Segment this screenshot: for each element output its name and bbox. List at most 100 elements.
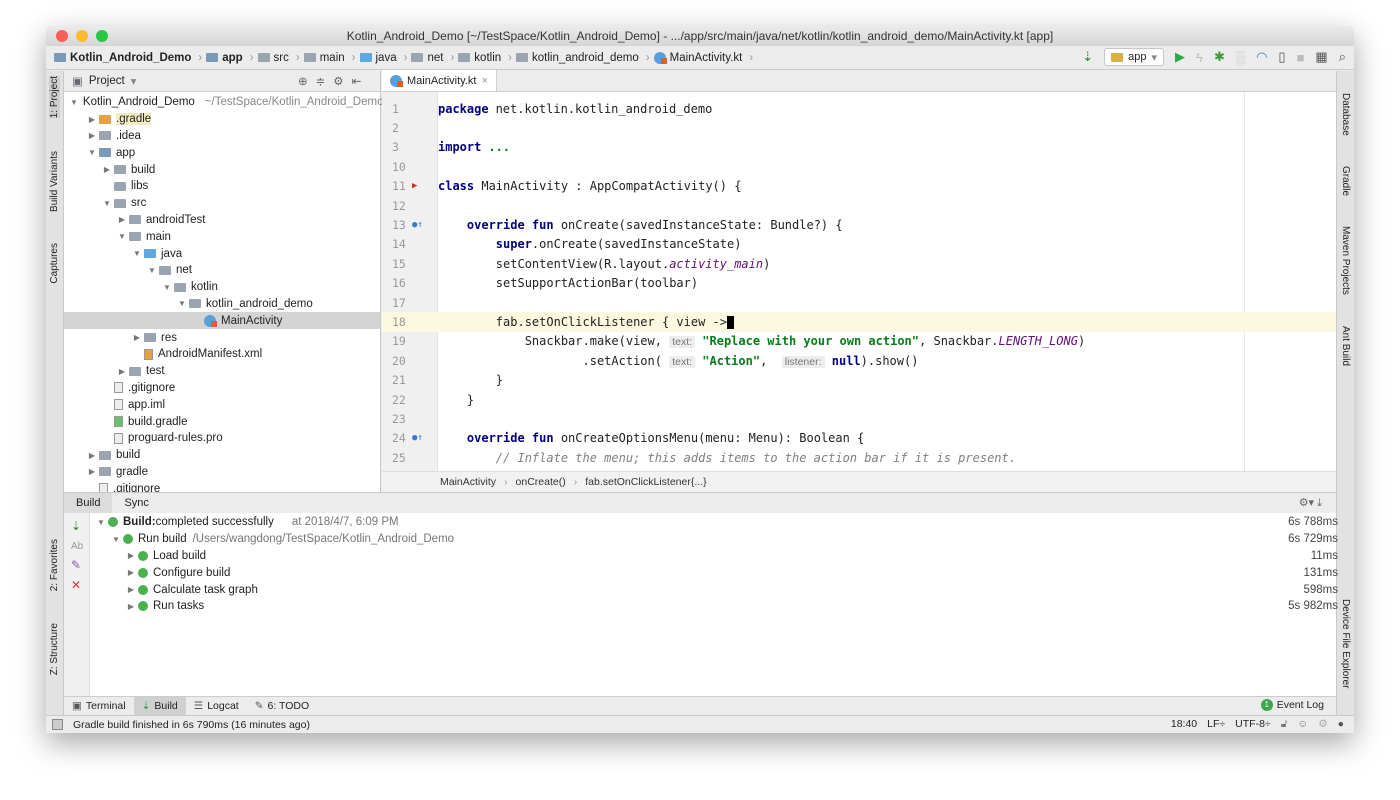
tool-tab-captures[interactable]: Captures xyxy=(49,243,60,284)
code-line[interactable]: 17 xyxy=(382,293,1336,312)
tree-item[interactable]: ▼ kotlin_android_demo xyxy=(64,296,380,313)
line-separator[interactable]: LF÷ xyxy=(1207,718,1225,731)
expanded-arrow-icon[interactable]: ▼ xyxy=(160,283,174,292)
attach-debugger-icon[interactable]: ▒ xyxy=(1236,50,1245,65)
breadcrumb-item[interactable]: main › xyxy=(303,52,356,64)
tree-item[interactable]: ▶ androidTest xyxy=(64,212,380,229)
collapsed-arrow-icon[interactable]: ▶ xyxy=(85,131,99,140)
hide-icon[interactable]: ⇤ xyxy=(352,76,370,88)
lock-icon[interactable]: 🔓︎ xyxy=(1281,718,1288,731)
build-tree-item[interactable]: ▼ Build: completed successfully at 2018/4/… xyxy=(94,514,1338,531)
code-line[interactable]: 3 import... xyxy=(382,138,1336,157)
device-manager-icon[interactable]: ▯ xyxy=(1278,49,1285,65)
breadcrumb-item[interactable]: src › xyxy=(257,52,300,64)
tree-item[interactable]: ▼ java xyxy=(64,245,380,262)
build-tab-build[interactable]: Build xyxy=(64,493,113,513)
zoom-button[interactable] xyxy=(96,30,108,42)
build-tree-item[interactable]: ▶ Configure build 131ms xyxy=(94,564,1338,581)
collapsed-arrow-icon[interactable]: ▶ xyxy=(115,215,129,224)
close-tab-icon[interactable]: × xyxy=(481,75,487,87)
filter-icon[interactable]: Ab xyxy=(64,539,89,554)
tool-tab-structure[interactable]: Z: Structure xyxy=(49,623,60,675)
breadcrumb-item[interactable]: Kotlin_Android_Demo › xyxy=(54,52,202,64)
tool-tab-maven[interactable]: Maven Projects xyxy=(1340,226,1351,295)
collapsed-arrow-icon[interactable]: ▶ xyxy=(85,115,99,124)
tree-item[interactable]: .gitignore xyxy=(64,380,380,397)
code-line[interactable]: 16 setSupportActionBar(toolbar) xyxy=(382,274,1336,293)
tool-tab-device-file-explorer[interactable]: Device File Explorer xyxy=(1340,599,1351,688)
stop-icon[interactable]: ■ xyxy=(1297,50,1305,65)
editor-breadcrumb-item[interactable]: fab.setOnClickListener{...} xyxy=(585,476,706,488)
tree-item[interactable]: ▶ build xyxy=(64,447,380,464)
breadcrumb-item[interactable]: kotlin › xyxy=(458,52,512,64)
tree-item[interactable]: ▶ .idea xyxy=(64,128,380,145)
project-structure-icon[interactable]: ▦ xyxy=(1315,49,1327,65)
code-line[interactable]: 13 override fun onCreate(savedInstanceSt… xyxy=(382,215,1336,234)
expanded-arrow-icon[interactable]: ▼ xyxy=(175,299,189,308)
override-marker-icon[interactable]: ●↑ xyxy=(412,220,423,230)
expanded-arrow-icon[interactable]: ▼ xyxy=(145,266,159,275)
editor-breadcrumb-item[interactable]: onCreate() xyxy=(516,476,566,488)
tool-tab-gradle[interactable]: Gradle xyxy=(1340,166,1351,196)
tool-tab-ant-build[interactable]: Ant Build xyxy=(1340,326,1351,366)
code-line[interactable]: 11 class MainActivity : AppCompatActivity… xyxy=(382,177,1336,196)
notifications-icon[interactable]: ● xyxy=(1338,718,1344,731)
expanded-arrow-icon[interactable]: ▼ xyxy=(85,148,99,157)
tool-tab-logcat[interactable]: ☰ Logcat xyxy=(186,697,247,716)
expanded-arrow-icon[interactable]: ▼ xyxy=(70,98,78,107)
close-button[interactable] xyxy=(56,30,68,42)
code-line[interactable]: 15 setContentView(R.layout.activity_main… xyxy=(382,254,1336,273)
tree-item[interactable]: proguard-rules.pro xyxy=(64,430,380,447)
code-line[interactable]: 21 } xyxy=(382,370,1336,389)
pin-icon[interactable]: ✎ xyxy=(64,554,89,576)
tree-item[interactable]: ▼ main xyxy=(64,228,380,245)
editor-tab-mainactivity[interactable]: MainActivity.kt × xyxy=(382,70,497,91)
breadcrumb-item[interactable]: net › xyxy=(411,52,454,64)
search-icon[interactable]: ⌕ xyxy=(1339,49,1346,65)
tree-item[interactable]: MainActivity xyxy=(64,312,380,330)
code-line[interactable]: 12 xyxy=(382,196,1336,215)
tree-item[interactable]: ▶ gradle xyxy=(64,464,380,481)
inspector-icon[interactable]: ☺ xyxy=(1298,718,1309,731)
make-project-icon[interactable]: ⇣ xyxy=(1082,49,1093,65)
tree-item[interactable]: ▼ src xyxy=(64,195,380,212)
override-marker-icon[interactable]: ●↑ xyxy=(412,433,423,443)
memory-icon[interactable]: ⚙ xyxy=(1318,718,1327,731)
code-line[interactable]: 19 Snackbar.make(view, text: "Replace wi… xyxy=(382,332,1336,351)
project-view-select[interactable]: Project xyxy=(89,75,125,87)
tool-tab-todo[interactable]: ✎ 6: TODO xyxy=(247,697,317,716)
build-tab-sync[interactable]: Sync xyxy=(112,493,160,513)
expanded-arrow-icon[interactable]: ▼ xyxy=(100,199,114,208)
tree-item[interactable]: ▼ app xyxy=(64,144,380,161)
tool-tab-project[interactable]: 1: Project xyxy=(49,76,60,119)
locate-icon[interactable]: ⊕ xyxy=(298,76,316,88)
run-config-select[interactable]: app ▾ xyxy=(1104,48,1165,66)
tree-item[interactable]: app.iml xyxy=(64,396,380,413)
code-line[interactable]: 14 super.onCreate(savedInstanceState) xyxy=(382,235,1336,254)
tool-tab-terminal[interactable]: ▣ Terminal xyxy=(64,697,134,716)
settings-gear-icon[interactable]: ⚙ xyxy=(333,76,351,88)
breadcrumb-item[interactable]: MainActivity.kt › xyxy=(653,51,753,64)
code-line[interactable]: 25 // Inflate the menu; this adds items … xyxy=(382,448,1336,467)
tree-item[interactable]: ▶ .gradle xyxy=(64,111,380,128)
code-line[interactable]: 23 xyxy=(382,409,1336,428)
code-line[interactable]: 10 xyxy=(382,157,1336,176)
close-build-icon[interactable]: ✕ xyxy=(64,576,89,594)
code-line[interactable]: 24 override fun onCreateOptionsMenu(menu… xyxy=(382,429,1336,448)
editor-breadcrumb-item[interactable]: MainActivity xyxy=(440,476,496,488)
event-log-button[interactable]: 1 Event Log xyxy=(1260,699,1324,711)
tree-item[interactable]: ▶ test xyxy=(64,363,380,380)
tree-item[interactable]: ▼ Kotlin_Android_Demo ~/TestSpace/Kotlin_A… xyxy=(64,94,383,111)
expanded-arrow-icon[interactable]: ▼ xyxy=(109,535,123,544)
collapsed-arrow-icon[interactable]: ▶ xyxy=(85,451,99,460)
breadcrumb-item[interactable]: kotlin_android_demo › xyxy=(516,52,650,64)
code-area[interactable]: 1 package net.kotlin.kotlin_android_demo 2 3… xyxy=(382,99,1336,487)
tree-item[interactable]: build.gradle xyxy=(64,413,380,430)
tree-item[interactable]: ▼ kotlin xyxy=(64,279,380,296)
build-tree-item[interactable]: ▼ Run build/Users/wangdong/TestSpace/Kotl… xyxy=(94,531,1338,548)
expanded-arrow-icon[interactable]: ▼ xyxy=(115,232,129,241)
code-line[interactable]: 20 .setAction( text: "Action", listener:… xyxy=(382,351,1336,370)
apply-changes-icon[interactable]: ϟ xyxy=(1196,50,1203,65)
tree-item[interactable]: libs xyxy=(64,178,380,195)
breadcrumb-item[interactable]: java › xyxy=(359,52,407,64)
